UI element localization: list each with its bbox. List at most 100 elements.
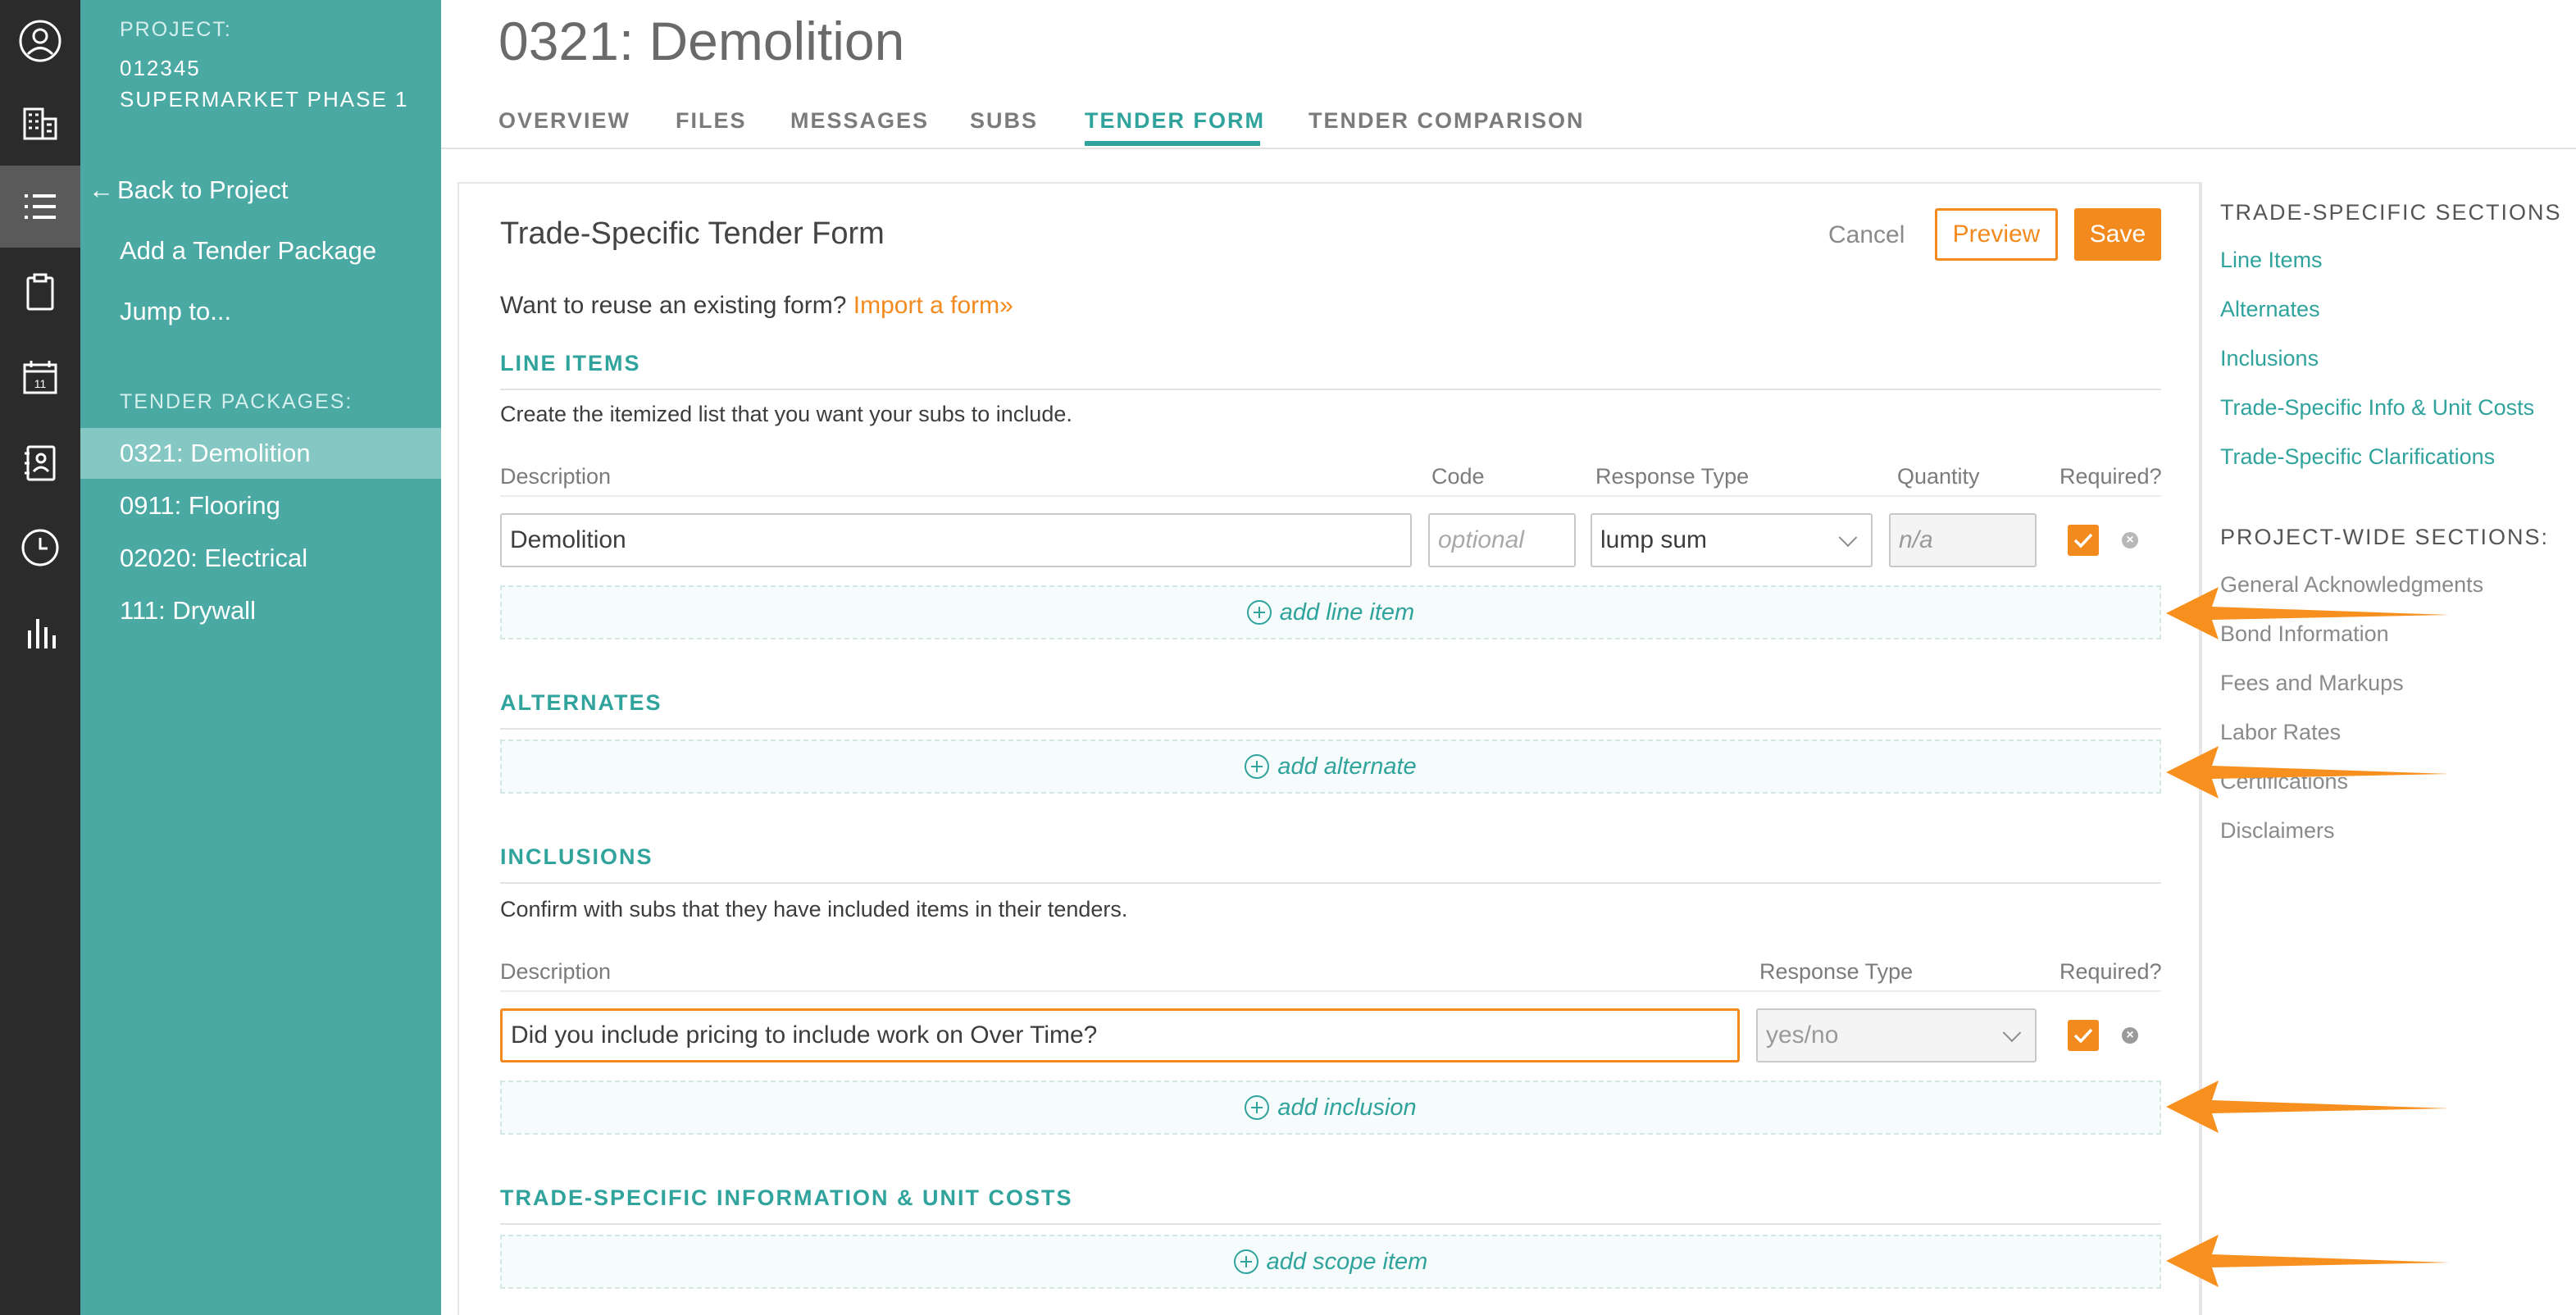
inclusion-description-input[interactable]: Did you include pricing to include work … [500, 1008, 1740, 1062]
column-required: Required? [2059, 959, 2162, 984]
tab-tender-form[interactable]: TENDER FORM [1085, 108, 1265, 134]
nav-link-line-items[interactable]: Line Items [2220, 248, 2323, 273]
preview-button[interactable]: Preview [1935, 208, 2058, 261]
tender-package-item[interactable]: 02020: Electrical [80, 533, 441, 584]
arrow-left-icon: ← [89, 175, 114, 204]
chevron-down-icon [2002, 1023, 2022, 1043]
tender-package-item[interactable]: 0321: Demolition [80, 428, 441, 479]
tender-package-item[interactable]: 0911: Flooring [80, 480, 441, 531]
save-button[interactable]: Save [2074, 208, 2161, 261]
project-name: SUPERMARKET PHASE 1 [120, 87, 409, 111]
inclusion-response-type-value: yes/no [1766, 1022, 1839, 1049]
svg-text:11: 11 [34, 377, 47, 390]
annotation-arrow-icon [2166, 1235, 2450, 1287]
tender-package-item[interactable]: 111: Drywall [80, 585, 441, 636]
add-alternate-label: add alternate [1277, 753, 1417, 780]
column-quantity: Quantity [1897, 464, 1980, 489]
line-items-heading: LINE ITEMS [500, 351, 641, 375]
column-code: Code [1431, 464, 1485, 489]
add-line-item-label: add line item [1279, 598, 1415, 626]
tab-messages[interactable]: MESSAGES [790, 108, 929, 134]
icon-rail: 11 [0, 0, 80, 1315]
remove-row-icon[interactable]: × [2122, 532, 2138, 548]
back-to-project-label: Back to Project [117, 175, 289, 204]
history-button[interactable] [0, 507, 80, 589]
column-description: Description [500, 464, 612, 489]
tab-files[interactable]: FILES [676, 108, 747, 134]
contacts-button[interactable] [0, 421, 80, 503]
profile-button[interactable] [0, 0, 80, 82]
tab-overview[interactable]: OVERVIEW [498, 108, 630, 134]
add-inclusion-button[interactable]: add inclusion [500, 1081, 2161, 1135]
project-label: PROJECT: [120, 18, 232, 41]
building-icon [23, 107, 57, 140]
section-divider [500, 1223, 2161, 1225]
user-icon [19, 20, 61, 62]
response-type-select[interactable]: lump sum [1591, 513, 1873, 567]
plus-circle-icon [1245, 754, 1270, 779]
import-form-link[interactable]: Import a form» [853, 292, 1013, 319]
cancel-button[interactable]: Cancel [1828, 221, 1905, 249]
nav-link-trade-info[interactable]: Trade-Specific Info & Unit Costs [2220, 395, 2534, 421]
annotation-arrow-icon [2166, 1081, 2450, 1133]
project-number: 012345 [120, 56, 201, 80]
tab-subs[interactable]: SUBS [970, 108, 1038, 134]
required-checkbox[interactable] [2068, 525, 2099, 556]
clipboard-icon [26, 273, 54, 311]
trade-sections-heading: TRADE-SPECIFIC SECTIONS [2220, 200, 2562, 225]
calendar-icon: 11 [23, 361, 57, 394]
inclusion-response-type-select[interactable]: yes/no [1756, 1008, 2037, 1062]
nav-link-inclusions[interactable]: Inclusions [2220, 346, 2319, 371]
list-icon [25, 194, 56, 219]
nav-link-alternates[interactable]: Alternates [2220, 297, 2320, 322]
alternates-heading: ALTERNATES [500, 690, 662, 715]
inclusions-heading: INCLUSIONS [500, 844, 653, 869]
back-to-project-link[interactable]: ← Back to Project [89, 175, 288, 205]
project-sections-heading: PROJECT-WIDE SECTIONS: [2220, 525, 2550, 549]
bar-chart-icon [28, 619, 56, 648]
tender-packages-label: TENDER PACKAGES: [120, 390, 353, 413]
project-sidebar: PROJECT: 012345 SUPERMARKET PHASE 1 ← Bac… [80, 0, 441, 1315]
nav-link-fees-markups[interactable]: Fees and Markups [2220, 671, 2404, 696]
annotation-arrow-icon [2166, 746, 2450, 799]
reports-button[interactable] [0, 592, 80, 674]
column-divider [500, 495, 2161, 497]
header-divider [441, 148, 2576, 149]
jump-to-link[interactable]: Jump to... [120, 297, 231, 326]
add-tender-package-link[interactable]: Add a Tender Package [120, 236, 376, 266]
chevron-down-icon [1838, 528, 1858, 548]
add-alternate-button[interactable]: add alternate [500, 739, 2161, 794]
remove-row-icon[interactable]: × [2122, 1027, 2138, 1044]
calendar-button[interactable]: 11 [0, 336, 80, 418]
trade-info-heading: TRADE-SPECIFIC INFORMATION & UNIT COSTS [500, 1185, 1073, 1210]
add-inclusion-label: add inclusion [1277, 1094, 1417, 1121]
required-checkbox[interactable] [2068, 1020, 2099, 1051]
quantity-input[interactable]: n/a [1889, 513, 2037, 567]
nav-link-disclaimers[interactable]: Disclaimers [2220, 818, 2335, 844]
contacts-icon [25, 445, 56, 481]
projects-button[interactable] [0, 82, 80, 164]
response-type-value: lump sum [1600, 526, 1708, 553]
active-tab-indicator [1085, 141, 1260, 146]
checkmark-icon [2073, 533, 2093, 548]
tenders-button[interactable] [0, 166, 80, 248]
plus-circle-icon [1246, 600, 1272, 625]
section-divider [500, 882, 2161, 884]
nav-link-trade-clarifications[interactable]: Trade-Specific Clarifications [2220, 444, 2495, 470]
column-divider [500, 990, 2161, 992]
clock-icon [21, 529, 59, 566]
column-required: Required? [2059, 464, 2162, 489]
checkmark-icon [2073, 1028, 2093, 1044]
line-item-code-input[interactable]: optional [1428, 513, 1576, 567]
form-title: Trade-Specific Tender Form [500, 216, 885, 251]
plus-circle-icon [1245, 1095, 1270, 1120]
line-item-description-input[interactable]: Demolition [500, 513, 1412, 567]
tab-tender-comparison[interactable]: TENDER COMPARISON [1308, 108, 1585, 134]
documents-button[interactable] [0, 251, 80, 333]
page-title: 0321: Demolition [498, 11, 905, 71]
add-scope-item-button[interactable]: add scope item [500, 1235, 2161, 1289]
annotation-arrow-icon [2166, 587, 2450, 639]
reuse-form-row: Want to reuse an existing form? Import a… [500, 292, 1013, 320]
reuse-form-text: Want to reuse an existing form? [500, 292, 847, 319]
add-line-item-button[interactable]: add line item [500, 585, 2161, 639]
